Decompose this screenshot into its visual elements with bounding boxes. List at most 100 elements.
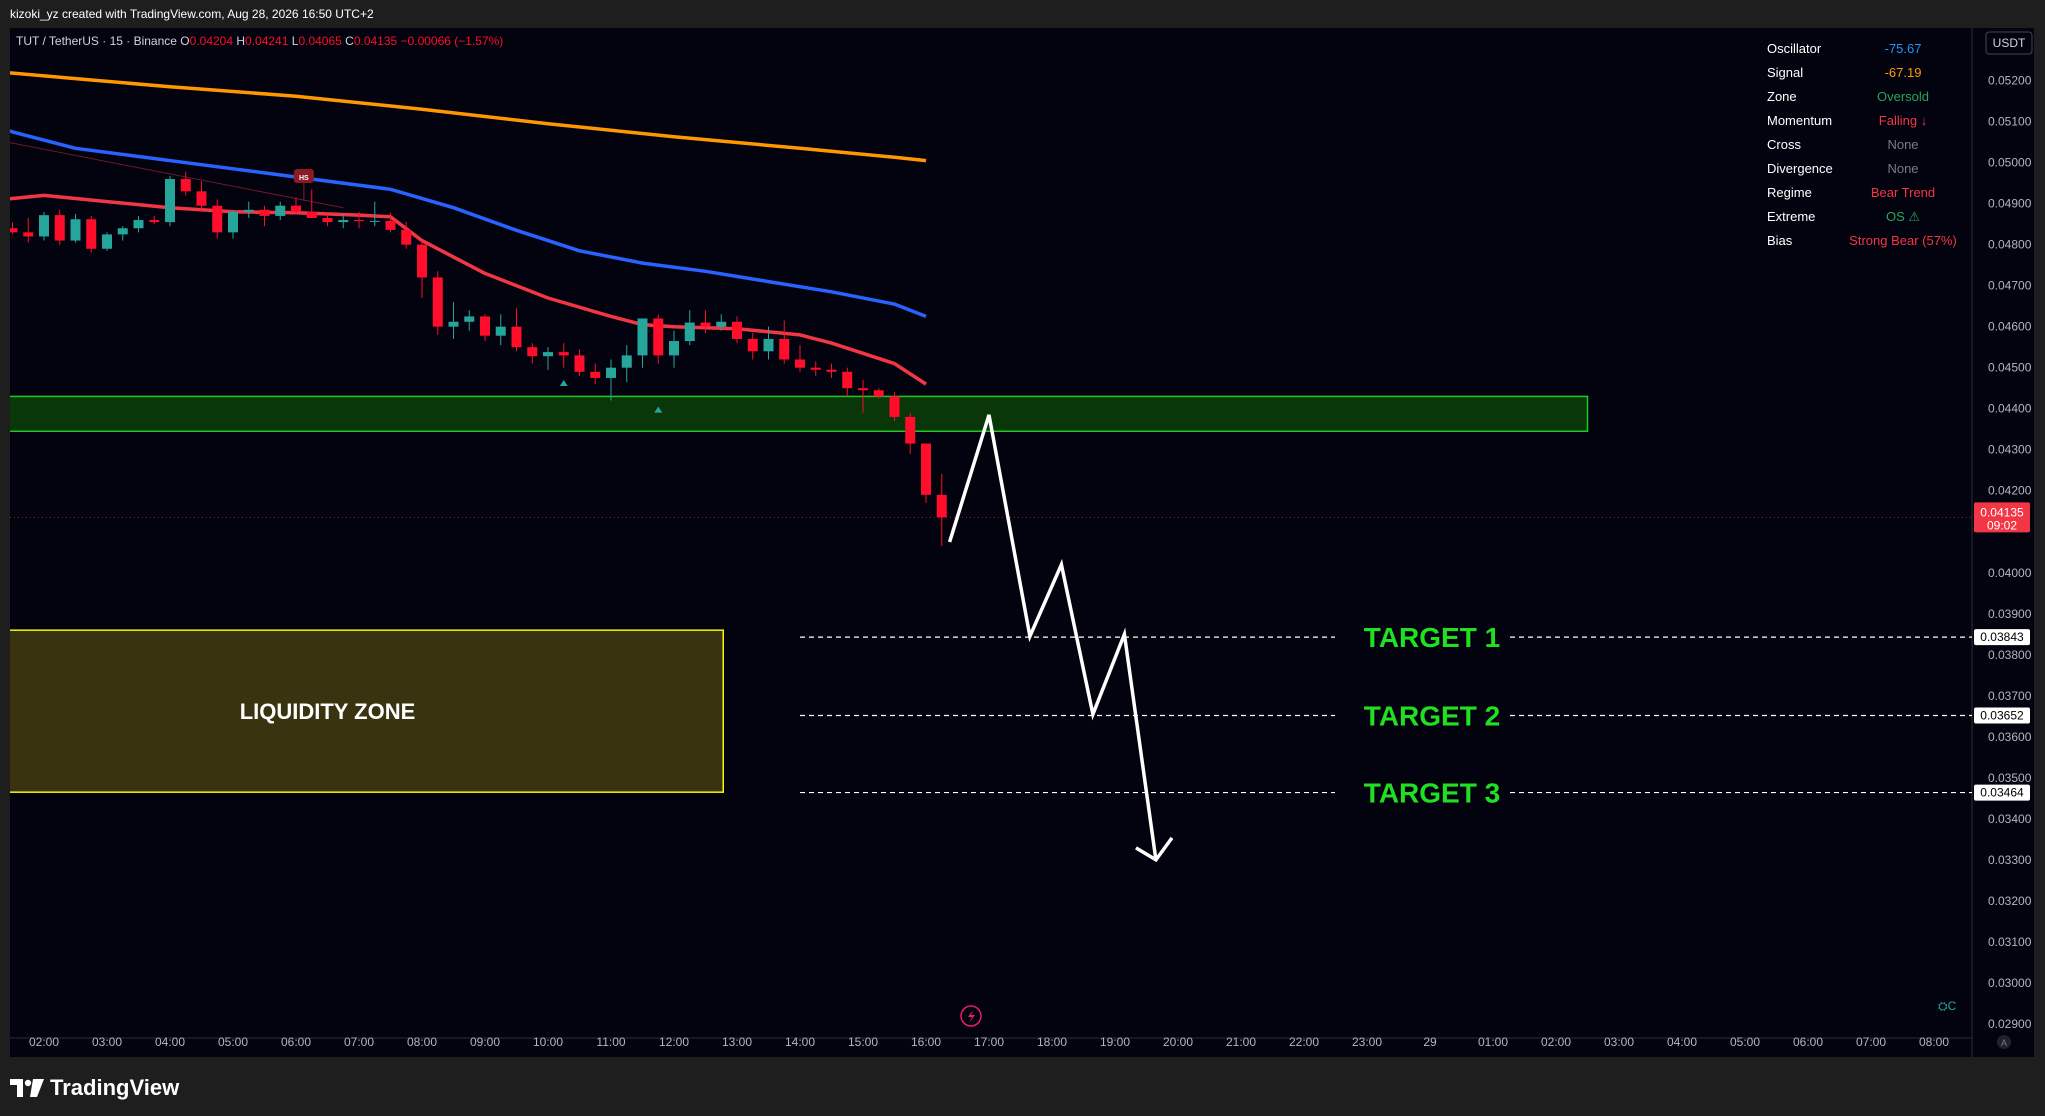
candle[interactable] (511, 308, 522, 352)
candle[interactable] (70, 213, 81, 243)
candle[interactable] (621, 345, 632, 383)
candle[interactable] (275, 201, 286, 221)
candle-body (39, 215, 49, 237)
candle[interactable] (936, 473, 947, 547)
candle[interactable] (117, 226, 128, 241)
candle-body (117, 228, 128, 235)
stats-row-value: None (1887, 161, 1918, 176)
candle-body (543, 352, 553, 357)
candle[interactable] (905, 412, 916, 454)
candle[interactable] (590, 363, 601, 385)
time-tick: 17:00 (974, 1035, 1004, 1049)
price-tick: 0.05100 (1988, 115, 2032, 129)
candle[interactable] (432, 271, 443, 335)
bar-countdown-label: 09:02 (1987, 518, 2017, 532)
legend-part: 0.04135 (354, 34, 401, 48)
support-zone[interactable] (10, 395, 1589, 433)
time-tick: 22:00 (1289, 1035, 1319, 1049)
candle[interactable] (606, 359, 616, 401)
candle[interactable] (369, 201, 380, 227)
candle[interactable] (574, 349, 585, 376)
candle[interactable] (558, 343, 569, 368)
candle[interactable] (165, 175, 175, 227)
candle[interactable] (306, 189, 317, 218)
candle[interactable] (637, 318, 648, 368)
candle-body (732, 321, 742, 339)
candle[interactable] (212, 199, 223, 239)
stats-row-label: Zone (1767, 89, 1797, 104)
price-tick: 0.03100 (1988, 935, 2032, 949)
candle[interactable] (228, 209, 238, 239)
ema-slow-line (10, 71, 927, 163)
candle[interactable] (543, 347, 553, 370)
candle[interactable] (653, 314, 664, 364)
price-chart[interactable]: 0.05200 0.05100 0.05000 0.04900 0.04800 0.047… (10, 28, 2034, 1057)
candle-body (842, 371, 853, 389)
stats-row-value: None (1887, 137, 1918, 152)
chart-area[interactable]: 0.05200 0.05100 0.05000 0.04900 0.04800 0.047… (10, 28, 2034, 1057)
ema-mid-line (10, 129, 927, 319)
candle[interactable] (39, 211, 49, 241)
candle[interactable] (102, 232, 112, 251)
candle-body (180, 179, 191, 192)
time-tick: 03:00 (92, 1035, 122, 1049)
candle[interactable] (86, 215, 97, 253)
candle[interactable] (417, 240, 427, 298)
legend-part: TUT / TetherUS · 15 · Binance (16, 34, 180, 48)
buy-signal-icon (559, 380, 568, 386)
candle-body (936, 494, 947, 518)
stats-row-value: Strong Bear (57%) (1849, 233, 1957, 248)
candle[interactable] (669, 330, 679, 368)
candle[interactable] (684, 310, 695, 346)
tradingview-logo[interactable]: TradingView (10, 1075, 179, 1101)
candle[interactable] (480, 314, 490, 342)
candle[interactable] (196, 181, 207, 212)
candle[interactable] (291, 197, 301, 214)
price-tick: 0.03300 (1988, 853, 2032, 867)
symbol-legend[interactable]: TUT / TetherUS · 15 · Binance O0.04204 H… (16, 34, 503, 48)
target-3-label[interactable]: TARGET 3 (1364, 778, 1500, 809)
candle[interactable] (747, 332, 758, 360)
stats-row-label: Signal (1767, 65, 1803, 80)
candle-body (243, 209, 254, 212)
candle[interactable] (10, 222, 18, 235)
time-tick: 03:00 (1604, 1035, 1634, 1049)
candle[interactable] (259, 205, 270, 227)
candle[interactable] (795, 345, 805, 372)
candle[interactable] (889, 392, 900, 422)
indicator-corner-label[interactable]: ⛭C (1938, 999, 1957, 1013)
candle[interactable] (842, 367, 853, 397)
candle[interactable] (921, 443, 931, 504)
stats-row-label: Extreme (1767, 209, 1815, 224)
candle-body (401, 229, 412, 245)
candle[interactable] (464, 310, 475, 331)
auto-scale-label: A (2001, 1038, 2007, 1048)
candle[interactable] (527, 343, 538, 364)
candle-body (590, 371, 601, 378)
target-1-label[interactable]: TARGET 1 (1364, 622, 1500, 653)
price-tick: 0.04600 (1988, 320, 2032, 334)
candle[interactable] (180, 171, 191, 196)
candle[interactable] (779, 320, 790, 364)
candle[interactable] (133, 215, 144, 233)
footer-bar: TradingView (0, 1057, 2045, 1116)
candle-body (228, 211, 238, 233)
candle[interactable] (243, 201, 254, 218)
time-tick: 06:00 (1793, 1035, 1823, 1049)
candle[interactable] (54, 209, 65, 245)
candle[interactable] (149, 215, 160, 225)
candle[interactable] (448, 302, 459, 339)
time-tick: 29 (1423, 1035, 1437, 1049)
stats-row-value: OS ⚠ (1886, 209, 1920, 224)
candle[interactable] (810, 361, 821, 376)
target-2-label[interactable]: TARGET 2 (1364, 700, 1500, 731)
candle[interactable] (23, 218, 34, 243)
candle-body (259, 209, 270, 216)
candle[interactable] (732, 316, 742, 344)
candle-body (810, 367, 821, 370)
candle[interactable] (495, 314, 506, 346)
time-tick: 12:00 (659, 1035, 689, 1049)
time-tick: 08:00 (1919, 1035, 1949, 1049)
candle[interactable] (826, 363, 837, 378)
price-tick: 0.04900 (1988, 197, 2032, 211)
